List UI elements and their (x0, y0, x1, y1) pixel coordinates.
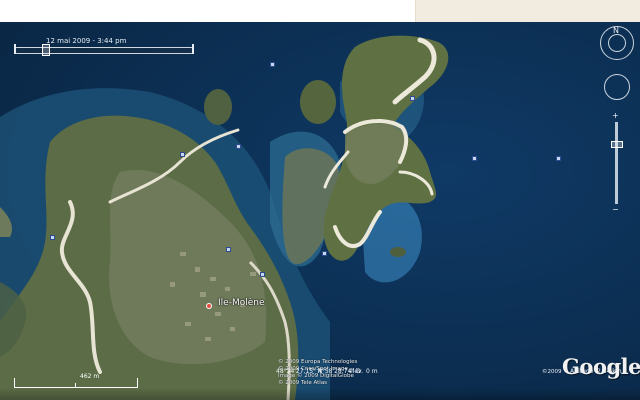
minus-icon[interactable]: − (612, 206, 619, 214)
zoom-slider-track[interactable] (615, 122, 618, 204)
scale-bar (14, 378, 138, 388)
latitude-readout: 48°24'27.15" N (276, 368, 323, 375)
move-ring-icon[interactable] (604, 74, 630, 100)
map-marker[interactable] (322, 251, 327, 256)
scale-label: 462 m (80, 373, 100, 380)
plus-icon[interactable]: + (612, 112, 619, 120)
zoom-slider-thumb[interactable] (611, 141, 623, 148)
elevation-label: élév. (349, 368, 364, 375)
map-marker[interactable] (226, 247, 231, 252)
terrain-layer (0, 22, 640, 400)
window-top-strip (0, 0, 640, 22)
satellite-map[interactable]: 12 mai 2009 - 3:44 pm N + − Ile-Molène 4… (0, 22, 640, 400)
place-label[interactable]: Ile-Molène (218, 298, 265, 308)
map-marker[interactable] (472, 156, 477, 161)
historical-imagery-slider[interactable]: 12 mai 2009 - 3:44 pm (14, 37, 194, 56)
map-marker[interactable] (556, 156, 561, 161)
north-n-icon: N (613, 26, 619, 35)
place-pin-icon[interactable] (206, 303, 212, 309)
elevation-value: 0 m (366, 368, 378, 375)
altitude-label: Altitude (570, 368, 594, 375)
map-marker[interactable] (236, 144, 241, 149)
map-marker[interactable] (410, 96, 415, 101)
look-joystick[interactable] (608, 34, 626, 52)
slider-start-cap (14, 44, 16, 54)
navigation-controls: N + − (600, 26, 634, 266)
map-marker[interactable] (270, 62, 275, 67)
credit-line: © 2009 Tele Atlas (278, 380, 328, 386)
toolbar-notch (415, 0, 640, 22)
imagery-date: 12 mai 2009 - 3:44 pm (46, 37, 127, 45)
map-marker[interactable] (180, 152, 185, 157)
google-logo: Google (562, 354, 640, 379)
credit-line: © 2009 Europa Technologies (278, 359, 358, 365)
altitude-value: 2.84 km (597, 368, 622, 375)
slider-track[interactable] (14, 47, 194, 54)
map-marker[interactable] (260, 272, 265, 277)
map-marker[interactable] (50, 235, 55, 240)
status-bar (0, 388, 640, 400)
copyright-year: ©2009 (542, 369, 562, 375)
slider-end-cap (192, 44, 194, 54)
slider-thumb[interactable] (42, 44, 50, 56)
